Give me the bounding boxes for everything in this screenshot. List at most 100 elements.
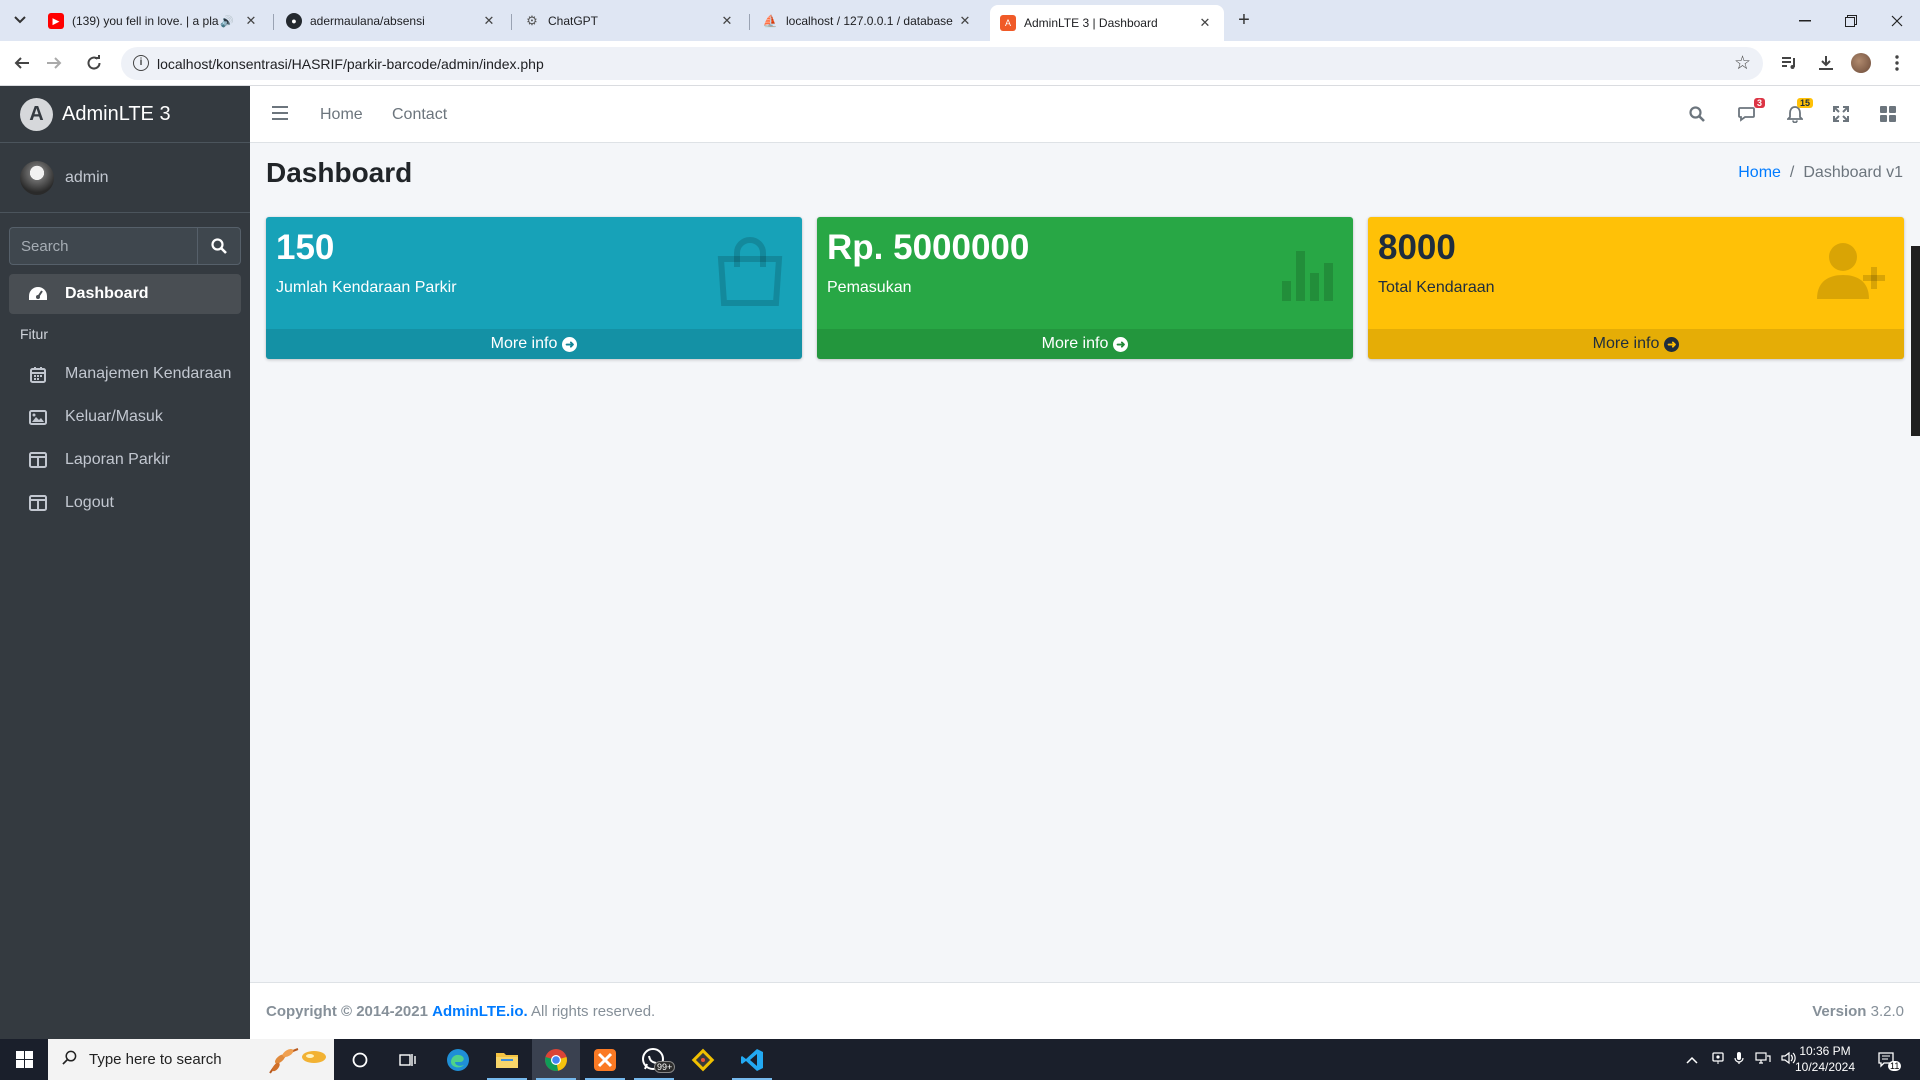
taskbar-app-git[interactable] <box>679 1039 727 1080</box>
browser-menu-button[interactable] <box>1883 49 1911 77</box>
address-bar[interactable]: i localhost/konsentrasi/HASRIF/parkir-ba… <box>121 47 1763 80</box>
breadcrumb-current: Dashboard v1 <box>1803 164 1903 181</box>
task-view-button[interactable] <box>384 1039 432 1080</box>
tab-separator <box>511 14 512 30</box>
close-tab-icon[interactable]: ✕ <box>1196 15 1214 31</box>
new-tab-button[interactable]: + <box>1232 8 1256 32</box>
more-info-link[interactable]: More info ➜ <box>266 329 802 359</box>
reload-icon <box>87 55 101 70</box>
arrow-circle-right-icon: ➜ <box>562 336 578 352</box>
sidebar-item-label: Logout <box>65 494 114 511</box>
shopping-bag-icon <box>717 237 783 306</box>
footer-version: Version 3.2.0 <box>1812 1003 1904 1020</box>
more-vertical-icon <box>1895 55 1899 71</box>
restore-button[interactable] <box>1828 0 1874 41</box>
adminlte-link[interactable]: AdminLTE.io. <box>432 1003 528 1020</box>
more-info-link[interactable]: More info ➜ <box>1368 329 1904 359</box>
bookmark-star-icon[interactable]: ☆ <box>1734 52 1751 75</box>
sidebar-search-input[interactable] <box>9 227 197 265</box>
fullscreen-button[interactable] <box>1829 102 1853 126</box>
user-name-link[interactable]: admin <box>65 169 109 187</box>
downloads-button[interactable] <box>1812 49 1840 77</box>
profile-avatar[interactable] <box>1851 53 1871 73</box>
sidebar-item-label: Dashboard <box>65 285 149 302</box>
minimize-icon <box>1799 19 1811 21</box>
main-header: Home Contact 3 15 <box>250 86 1920 143</box>
page-title: Dashboard <box>266 157 413 188</box>
stat-value: 150 <box>276 228 335 267</box>
sidebar-item-label: Manajemen Kendaraan <box>65 365 232 382</box>
browser-tab-youtube[interactable]: ▶ (139) you fell in love. | a pla 🔊 ✕ <box>38 5 270 37</box>
chrome-icon <box>545 1048 567 1071</box>
version-label: Version <box>1812 1003 1867 1020</box>
close-tab-icon[interactable]: ✕ <box>480 13 498 29</box>
control-sidebar-button[interactable] <box>1876 102 1900 126</box>
navbar-search-button[interactable] <box>1685 102 1709 126</box>
sidebar-item-manajemen-kendaraan[interactable]: Manajemen Kendaraan <box>9 354 241 394</box>
expand-arrows-icon <box>1833 106 1849 122</box>
main-sidebar: A AdminLTE 3 admin Dashboard Fitur Manaj… <box>0 86 250 1039</box>
media-control-button[interactable] <box>1775 49 1803 77</box>
camera-tray-icon[interactable] <box>1712 1051 1724 1068</box>
page-scrollbar[interactable] <box>1911 246 1920 436</box>
nav-link-home[interactable]: Home <box>320 106 363 124</box>
microphone-tray-icon[interactable] <box>1734 1051 1744 1068</box>
close-tab-icon[interactable]: ✕ <box>956 13 974 29</box>
close-icon <box>1891 15 1903 26</box>
stat-card-total-kendaraan: 8000 Total Kendaraan More info ➜ <box>1368 217 1904 359</box>
url-text[interactable]: localhost/konsentrasi/HASRIF/parkir-barc… <box>157 56 544 72</box>
brand-link[interactable]: A AdminLTE 3 <box>0 86 250 143</box>
close-tab-icon[interactable]: ✕ <box>242 13 260 29</box>
network-tray-icon[interactable] <box>1755 1051 1771 1068</box>
taskbar-app-edge[interactable] <box>434 1039 482 1080</box>
sidebar-section-header: Fitur <box>20 326 48 342</box>
sidebar-item-dashboard[interactable]: Dashboard <box>9 274 241 314</box>
taskbar-app-xampp[interactable] <box>581 1039 629 1080</box>
site-info-icon[interactable]: i <box>133 55 149 71</box>
tab-search-button[interactable] <box>6 8 34 32</box>
sidebar-search-button[interactable] <box>197 227 241 265</box>
taskbar-app-chrome[interactable] <box>532 1039 580 1080</box>
cortana-button[interactable] <box>336 1039 384 1080</box>
browser-tab-chatgpt[interactable]: ⚙ ChatGPT ✕ <box>514 5 746 37</box>
comments-icon <box>1738 107 1755 122</box>
close-tab-icon[interactable]: ✕ <box>718 13 736 29</box>
messages-dropdown[interactable]: 3 <box>1735 98 1765 126</box>
chatgpt-icon: ⚙ <box>526 13 538 28</box>
nav-link-contact[interactable]: Contact <box>392 106 447 124</box>
clock-time: 10:36 PM <box>1799 1044 1851 1058</box>
taskbar-app-file-explorer[interactable] <box>483 1039 531 1080</box>
browser-tab-adminlte[interactable]: A AdminLTE 3 | Dashboard ✕ <box>990 5 1224 41</box>
taskbar-search-box[interactable]: Type here to search <box>48 1039 334 1080</box>
browser-toolbar: i localhost/konsentrasi/HASRIF/parkir-ba… <box>0 41 1920 86</box>
taskbar-app-whatsapp[interactable]: 99+ <box>630 1039 678 1080</box>
sidebar-toggle-icon[interactable] <box>272 106 288 120</box>
action-center-button[interactable]: 11 <box>1878 1039 1902 1080</box>
main-footer: Copyright © 2014-2021 AdminLTE.io. All r… <box>250 982 1920 1039</box>
taskbar-clock[interactable]: 10:36 PM 10/24/2024 <box>1790 1043 1860 1075</box>
sidebar-item-logout[interactable]: Logout <box>9 483 241 523</box>
minimize-button[interactable] <box>1782 0 1828 41</box>
bar-chart-icon <box>1282 251 1333 301</box>
th-large-icon <box>1880 106 1896 122</box>
browser-tab-github[interactable]: ● adermaulana/absensi ✕ <box>276 5 508 37</box>
close-window-button[interactable] <box>1874 0 1920 41</box>
breadcrumb-home-link[interactable]: Home <box>1738 164 1781 181</box>
notifications-dropdown[interactable]: 15 <box>1783 98 1813 126</box>
search-icon <box>62 1050 77 1070</box>
back-button[interactable] <box>8 49 36 77</box>
xampp-icon <box>594 1048 616 1071</box>
start-button[interactable] <box>0 1039 48 1080</box>
reload-button[interactable] <box>80 49 108 77</box>
more-info-label: More info <box>490 335 558 352</box>
browser-tab-phpmyadmin[interactable]: ⛵ localhost / 127.0.0.1 / database ✕ <box>752 5 984 37</box>
sidebar-item-keluar-masuk[interactable]: Keluar/Masuk <box>9 397 241 437</box>
taskbar-app-vscode[interactable] <box>728 1039 776 1080</box>
sidebar-item-laporan-parkir[interactable]: Laporan Parkir <box>9 440 241 480</box>
forward-button[interactable] <box>40 49 68 77</box>
more-info-link[interactable]: More info ➜ <box>817 329 1353 359</box>
footer-copyright: Copyright © 2014-2021 AdminLTE.io. All r… <box>266 1003 655 1020</box>
arrow-circle-right-icon: ➜ <box>1113 336 1129 352</box>
tray-overflow-icon[interactable] <box>1686 1053 1698 1067</box>
speaker-icon[interactable]: 🔊 <box>220 15 234 28</box>
